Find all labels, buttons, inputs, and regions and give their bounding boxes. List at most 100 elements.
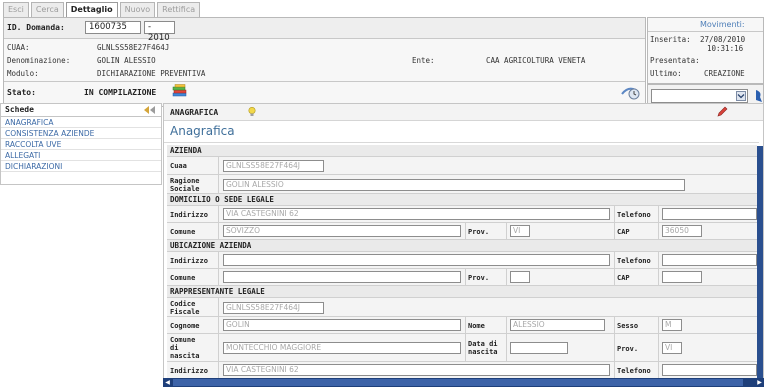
dom-indirizzo-field[interactable]: VIA CASTEGNINI 62 — [223, 208, 610, 220]
row-divider — [218, 223, 219, 239]
indirizzo-label: Indirizzo — [170, 257, 208, 265]
sidebar-item-consistenza-aziende[interactable]: CONSISTENZA AZIENDE — [1, 128, 161, 139]
row-divider — [465, 334, 466, 361]
cuaa-label: CUAA: — [7, 43, 30, 52]
ub-prov-field[interactable] — [510, 271, 530, 283]
year-field[interactable]: - 2010 — [144, 21, 175, 43]
anagrafica-form: AZIENDA Cuaa GLNLSS58E27F464J Ragione So… — [167, 145, 757, 379]
anagrafica-tab-label: ANAGRAFICA — [170, 108, 219, 117]
sidebar-item-anagrafica[interactable]: ANAGRAFICA — [1, 117, 161, 128]
sidebar-item-allegati[interactable]: ALLEGATI — [1, 150, 161, 161]
prov-label: Prov. — [468, 274, 490, 282]
azienda-cuaa-field[interactable]: GLNLSS58E27F464J — [223, 160, 324, 172]
sidebar-item-raccolta-uve[interactable]: RACCOLTA UVE — [1, 139, 161, 150]
row-divider — [658, 317, 659, 333]
rl-comune-nascita-field[interactable]: MONTECCHIO MAGGIORE — [223, 342, 461, 354]
row-divider — [218, 317, 219, 333]
row-divider — [614, 206, 615, 222]
collapse-icon[interactable] — [143, 105, 157, 115]
tab-cerca[interactable]: Cerca — [30, 2, 64, 17]
sociale-label: Sociale — [170, 185, 200, 193]
row-divider — [658, 334, 659, 361]
horizontal-scrollbar[interactable]: ◀ ▶ — [163, 378, 764, 387]
cognome-label: Cognome — [170, 322, 200, 330]
telefono-label: Telefono — [617, 367, 651, 375]
row-divider — [218, 252, 219, 268]
nome-label: Nome — [468, 322, 485, 330]
stato-label: Stato: — [7, 88, 36, 97]
comune-nascita-label: Comune — [170, 336, 196, 344]
dom-comune-field[interactable]: SOVIZZO — [223, 225, 461, 237]
tab-dettaglio[interactable]: Dettaglio — [65, 2, 118, 17]
di-label: di — [170, 344, 179, 352]
schede-header: Schede — [1, 104, 161, 117]
ente-value: CAA AGRICOLTURA VENETA — [486, 56, 586, 65]
row-divider — [218, 269, 219, 285]
id-domanda-field[interactable]: 1600735 — [85, 21, 141, 34]
rl-data-nascita-field[interactable] — [510, 342, 568, 354]
history-icon[interactable] — [620, 84, 642, 100]
row-divider — [614, 362, 615, 378]
stato-value: IN COMPILAZIONE — [84, 88, 157, 97]
comune-label: Comune — [170, 274, 196, 282]
ub-comune-field[interactable] — [223, 271, 461, 283]
section-domicilio: DOMICILIO O SEDE LEGALE — [167, 194, 757, 206]
fiscale-label: Fiscale — [170, 308, 200, 316]
row-dom-comune: Comune SOVIZZO Prov. VI CAP 36050 — [167, 223, 757, 240]
chevron-down-icon[interactable] — [736, 91, 746, 101]
ub-indirizzo-field[interactable] — [223, 254, 610, 266]
pencil-icon[interactable] — [716, 106, 728, 118]
rl-nome-field[interactable]: ALESSIO — [510, 319, 605, 331]
scroll-left-icon[interactable]: ◀ — [163, 378, 172, 387]
vertical-scrollbar[interactable] — [757, 146, 763, 378]
id-domanda-label: ID. Domanda: — [7, 23, 65, 32]
rl-indirizzo-field[interactable]: VIA CASTEGNINI 62 — [223, 364, 610, 376]
data-nascita-label: nascita — [468, 348, 498, 356]
row-divider — [465, 223, 466, 239]
rl-sesso-field[interactable]: M — [662, 319, 682, 331]
dom-cap-field[interactable]: 36050 — [662, 225, 702, 237]
scrollbar-thumb[interactable] — [173, 379, 743, 386]
rl-prov-field[interactable]: VI — [662, 342, 682, 354]
anagrafica-tab-bar: ANAGRAFICA — [164, 104, 763, 121]
dom-prov-field[interactable]: VI — [510, 225, 530, 237]
rl-codice-field[interactable]: GLNLSS58E27F464J — [223, 302, 324, 314]
ragione-label: Ragione — [170, 177, 200, 185]
tab-nuovo[interactable]: Nuovo — [119, 2, 156, 17]
tab-rettifica[interactable]: Rettifica — [157, 2, 201, 17]
row-divider — [218, 157, 219, 174]
tab-esci[interactable]: Esci — [3, 2, 29, 17]
row-divider — [658, 252, 659, 268]
action-select[interactable] — [651, 89, 748, 103]
header-divider — [4, 81, 645, 82]
movimenti-divider — [648, 31, 763, 32]
execute-icon[interactable] — [752, 89, 764, 103]
ub-telefono-field[interactable] — [662, 254, 757, 266]
telefono-label: Telefono — [617, 211, 651, 219]
cap-label: CAP — [617, 274, 630, 282]
row-dom-indirizzo: Indirizzo VIA CASTEGNINI 62 Telefono — [167, 206, 757, 223]
sidebar-item-dichiarazioni[interactable]: DICHIARAZIONI — [1, 161, 161, 172]
azienda-ragione-field[interactable]: GOLIN ALESSIO — [223, 179, 685, 191]
row-ub-comune: Comune Prov. CAP — [167, 269, 757, 286]
rl-telefono-field[interactable] — [662, 364, 757, 376]
modulo-label: Modulo: — [7, 69, 39, 78]
rl-cognome-field[interactable]: GOLIN — [223, 319, 461, 331]
ente-label: Ente: — [412, 56, 435, 65]
data-di-label: Data di — [468, 340, 498, 348]
schede-sidebar: Schede ANAGRAFICA CONSISTENZA AZIENDE RA… — [0, 103, 162, 185]
ub-cap-field[interactable] — [662, 271, 702, 283]
section-rappresentante: RAPPRESENTANTE LEGALE — [167, 286, 757, 298]
row-divider — [506, 317, 507, 333]
nascita-label: nascita — [170, 352, 200, 360]
anagrafica-panel: ANAGRAFICA Anagrafica AZIENDA Cuaa GLNLS… — [163, 103, 764, 387]
presentata-label: Presentata: — [650, 56, 700, 65]
row-divider — [658, 206, 659, 222]
dom-telefono-field[interactable] — [662, 208, 757, 220]
row-divider — [218, 298, 219, 316]
section-ubicazione: UBICAZIONE AZIENDA — [167, 240, 757, 252]
scroll-right-icon[interactable]: ▶ — [755, 378, 764, 387]
domanda-header: ID. Domanda: 1600735 - 2010 CUAA: GLNLSS… — [3, 17, 646, 107]
denominazione-value: GOLIN ALESSIO — [97, 56, 156, 65]
row-divider — [614, 334, 615, 361]
